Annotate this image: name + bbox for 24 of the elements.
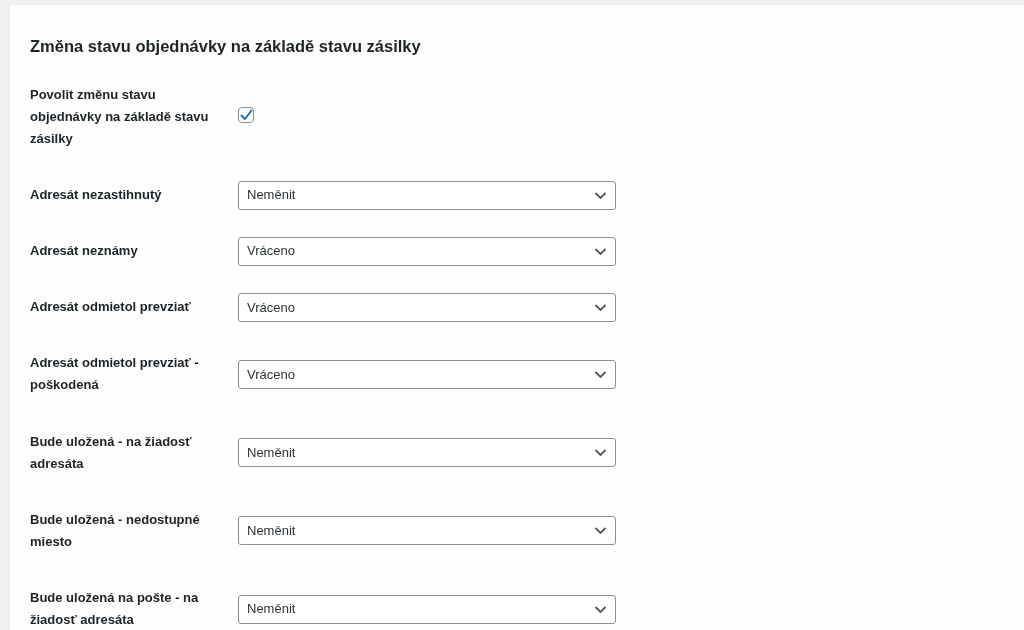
chevron-down-icon	[594, 526, 607, 536]
field-label: Bude uložená - nedostupné miesto	[30, 510, 201, 551]
chevron-down-icon	[594, 302, 607, 312]
field-label: Adresát odmietol prevziať	[30, 298, 191, 317]
field-label: Adresát neznámy	[30, 242, 138, 261]
section-title: Změna stavu objednávky na základě stavu zásilky	[30, 37, 422, 57]
status-dropdown[interactable]: Neměnit	[238, 516, 616, 546]
status-dropdown[interactable]: Vráceno	[238, 292, 616, 322]
status-dropdown[interactable]: Neměnit	[238, 180, 616, 210]
chevron-down-icon	[594, 448, 607, 458]
field-label: Povolit změnu stavu objednávky na základě stavu zásilky	[30, 85, 210, 148]
chevron-down-icon	[594, 604, 607, 614]
chevron-down-icon	[594, 369, 607, 379]
field-label: Bude uložená na pošte - na žiadosť adresáta	[30, 588, 200, 629]
status-dropdown[interactable]: Vráceno	[238, 236, 616, 266]
status-dropdown[interactable]: Neměnit	[238, 594, 616, 624]
status-dropdown[interactable]: Vráceno	[238, 359, 616, 389]
field-label: Adresát nezastihnutý	[30, 186, 162, 205]
field-label: Adresát odmietol prevziať - poškodená	[30, 354, 200, 395]
chevron-down-icon	[594, 190, 607, 200]
chevron-down-icon	[594, 246, 607, 256]
status-dropdown[interactable]: Neměnit	[238, 438, 616, 468]
checkbox[interactable]	[238, 107, 254, 124]
field-label: Bude uložená - na žiadosť adresáta	[30, 432, 193, 473]
